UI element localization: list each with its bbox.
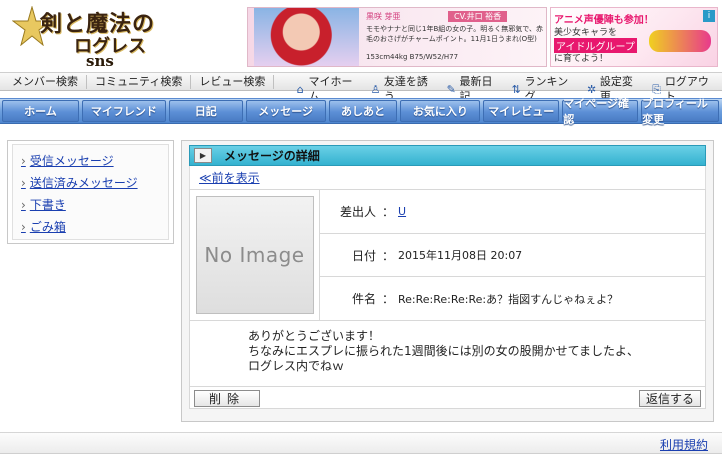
community-search-link[interactable]: コミュニティ検索 xyxy=(87,75,192,89)
sender-avatar-cell: No Image xyxy=(190,190,320,320)
site-logo[interactable]: 剣と魔法の ログレス sns xyxy=(4,2,244,72)
logout-icon: ⎘ xyxy=(652,82,662,96)
gear-icon: ✲ xyxy=(586,82,597,96)
reply-button[interactable]: 返信する xyxy=(639,390,701,407)
nav-messages[interactable]: メッセージ xyxy=(245,100,326,122)
date-label: 日付 xyxy=(351,248,376,263)
separator: ： xyxy=(381,248,394,263)
panel-title: メッセージの詳細 xyxy=(224,149,320,163)
ad-banner-character[interactable]: 黒咲 芽亜 CV.井口 裕香 モモやナナと同じ1年B組の女の子。明るく無邪気で、… xyxy=(247,7,547,67)
character-illustration xyxy=(254,8,359,66)
subject-label: 件名 xyxy=(351,292,376,307)
bullet-icon: › xyxy=(21,154,26,168)
panel-header: ▶ メッセージの詳細 xyxy=(189,145,706,166)
character-stats: 153cm44kg B75/W52/H77 xyxy=(366,53,459,61)
nav-home[interactable]: ホーム xyxy=(2,100,79,122)
previous-link[interactable]: ≪前を表示 xyxy=(199,169,260,186)
ad-line2: 美少女キャラを xyxy=(554,28,618,38)
site-header: 剣と魔法の ログレス sns 黒咲 芽亜 CV.井口 裕香 モモやナナと同じ1年… xyxy=(0,0,722,103)
sender-link[interactable]: U xyxy=(396,205,406,218)
message-body-line: ログレス内でねｗ xyxy=(248,359,345,373)
ad-line1: アニメ声優陣も参加！ xyxy=(554,15,654,26)
bullet-icon: › xyxy=(21,198,26,212)
site-footer: 利用規約 xyxy=(0,432,722,454)
character-name: 黒咲 芽亜 xyxy=(366,12,401,21)
message-actions: 削除 返信する xyxy=(189,387,706,409)
message-detail-panel: ▶ メッセージの詳細 ≪前を表示 No Image 差出人 ： U 日付 ： 2… xyxy=(181,140,714,422)
message-body-line: ちなみにエスプレに振られた1週間後には別の女の股開かせてましたよ、 xyxy=(248,344,640,358)
sidebar-item-trash[interactable]: › ごみ箱 xyxy=(21,216,160,238)
home-icon: ⌂ xyxy=(296,82,304,96)
sender-row: 差出人 ： U xyxy=(320,190,705,234)
character-description: モモやナナと同じ1年B組の女の子。明るく無邪気で、赤毛のおさげがチャームポイント… xyxy=(366,25,543,43)
ranking-icon: ⇅ xyxy=(511,82,521,96)
nav-diary[interactable]: 日記 xyxy=(168,100,243,122)
main-navigation: ホーム マイフレンド 日記 メッセージ あしあと お気に入り マイレビュー マイ… xyxy=(0,97,722,126)
pencil-icon: ✎ xyxy=(446,82,456,96)
avatar[interactable]: No Image xyxy=(195,196,314,314)
member-search-link[interactable]: メンバー検索 xyxy=(4,75,87,89)
nav-mypage-check[interactable]: マイページ確認 xyxy=(562,97,639,126)
bullet-icon: › xyxy=(21,176,26,190)
nav-footprints[interactable]: あしあと xyxy=(328,100,398,122)
ad-line4: に育てよう！ xyxy=(554,54,609,64)
back-row: ≪前を表示 xyxy=(189,166,706,189)
character-cv: CV.井口 裕香 xyxy=(448,11,508,22)
ad-game-logo xyxy=(649,30,711,52)
terms-of-use-link[interactable]: 利用規約 xyxy=(660,436,708,453)
sidebar-item-label: 下書き xyxy=(29,198,66,212)
separator: ： xyxy=(381,292,394,307)
subject-row: 件名 ： Re:Re:Re:Re:Re:あ？指図すんじゃねぇよ？ xyxy=(320,277,705,320)
message-body: ありがとうございます！ ちなみにエスプレに振られた1週間後には別の女の股開かせて… xyxy=(189,321,706,387)
sender-label: 差出人 xyxy=(339,204,376,219)
nav-my-friends[interactable]: マイフレンド xyxy=(81,100,166,122)
sidebar-item-drafts[interactable]: › 下書き xyxy=(21,194,160,216)
logo-line3: sns xyxy=(86,52,114,70)
date-value: 2015年11月08日 20:07 xyxy=(398,249,523,262)
sub-navigation: メンバー検索 コミュニティ検索 レビュー検索 ⌂ マイホーム ♙ 友達を誘う ✎… xyxy=(0,72,722,103)
sidebar-item-label: 送信済みメッセージ xyxy=(29,176,138,190)
separator: ： xyxy=(381,204,394,219)
delete-button[interactable]: 削除 xyxy=(194,390,260,407)
bullet-icon: › xyxy=(21,220,26,234)
review-search-link[interactable]: レビュー検索 xyxy=(191,75,275,89)
subject-value: Re:Re:Re:Re:Re:あ？指図すんじゃねぇよ？ xyxy=(398,292,619,306)
nav-favorites[interactable]: お気に入り xyxy=(400,100,481,122)
sidebar-item-label: ごみ箱 xyxy=(29,220,66,234)
nav-profile-edit[interactable]: プロフィール変更 xyxy=(641,97,720,126)
ad-choices-icon[interactable]: i xyxy=(703,10,715,22)
message-header-table: No Image 差出人 ： U 日付 ： 2015年11月08日 20:07 … xyxy=(189,189,706,321)
sidebar-item-label: 受信メッセージ xyxy=(29,154,114,168)
ad-banner-idol[interactable]: アニメ声優陣も参加！ 美少女キャラを アイドルグループ に育てよう！ i xyxy=(550,7,718,67)
message-body-line: ありがとうございます！ xyxy=(248,329,381,343)
play-arrow-icon: ▶ xyxy=(194,148,212,163)
message-sidebar: › 受信メッセージ › 送信済みメッセージ › 下書き › ごみ箱 xyxy=(7,140,174,244)
date-row: 日付 ： 2015年11月08日 20:07 xyxy=(320,234,705,278)
nav-my-reviews[interactable]: マイレビュー xyxy=(483,100,560,122)
sidebar-item-inbox[interactable]: › 受信メッセージ xyxy=(21,150,160,172)
sidebar-item-sent[interactable]: › 送信済みメッセージ xyxy=(21,172,160,194)
invite-icon: ♙ xyxy=(370,82,381,96)
